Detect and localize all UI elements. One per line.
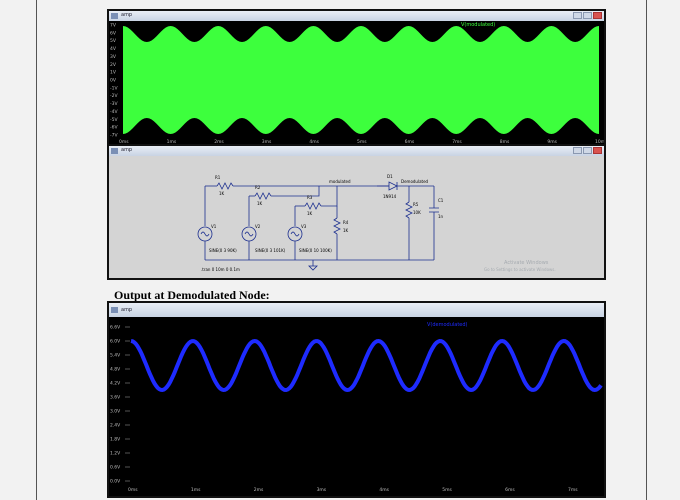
r4-resistor[interactable] <box>333 217 341 235</box>
r1-resistor[interactable] <box>216 182 234 190</box>
bottom-y-tick-label: 2.4V <box>110 423 121 429</box>
tran-directive: .tran 0 10m 0 0.1m <box>201 267 240 272</box>
bottom-y-tick-label: 5.4V <box>110 353 121 359</box>
r3-resistor[interactable] <box>304 202 322 210</box>
bottom-x-tick-label: 2ms <box>254 487 264 493</box>
top-y-tick-label: -3V <box>110 101 118 107</box>
bottom-x-tick-label: 6ms <box>505 487 515 493</box>
demodulated-waveform-window: amp 6.6V 6.0V 5.4V 4.8V 4.2V 3.6V 3.0V 2.4V 1.8V… <box>107 301 606 498</box>
modulated-window-title: amp <box>121 12 133 18</box>
c1-label: C1 <box>438 198 444 203</box>
top-y-tick-label: 5V <box>110 38 117 44</box>
top-y-tick-label: 4V <box>110 46 117 52</box>
r2-label: R2 <box>255 185 261 190</box>
bottom-x-tick-label: 1ms <box>191 487 201 493</box>
bottom-y-tick-label: 6.0V <box>110 339 121 345</box>
top-y-tick-label: -4V <box>110 109 118 115</box>
top-y-tick-label: -5V <box>110 117 118 123</box>
v2-value: SINE(0 3 101K) <box>255 248 286 253</box>
ground-symbol <box>308 260 318 271</box>
c1-value: 1n <box>438 214 444 219</box>
r2-value: 1K <box>257 201 263 206</box>
page-right-border <box>646 0 647 500</box>
v1-value: SINE(0 3 90K) <box>209 248 237 253</box>
top-y-tick-label: 3V <box>110 54 117 60</box>
page-left-border <box>36 0 37 500</box>
v1-label: V1 <box>211 224 217 229</box>
modulated-window-titlebar: amp <box>109 11 604 21</box>
activate-windows-watermark: Activate Windows <box>504 260 549 266</box>
circuit-schematic[interactable]: R1 1K R2 1K R3 1K R4 1K R5 10K C1 1n D1 … <box>109 156 604 278</box>
bottom-x-tick-label: 4ms <box>379 487 389 493</box>
demodulated-window-title: amp <box>121 307 133 313</box>
v2-label: V2 <box>255 224 261 229</box>
bottom-y-tick-label: 3.0V <box>110 409 121 415</box>
bottom-x-tick-label: 7ms <box>568 487 578 493</box>
r1-value: 1K <box>219 191 225 196</box>
r2-resistor[interactable] <box>254 192 272 200</box>
modulated-node-label: modulated <box>329 179 351 184</box>
d1-label: D1 <box>387 174 393 179</box>
bottom-y-tick-label: 3.6V <box>110 395 121 401</box>
bottom-y-tick-label: 1.8V <box>110 437 121 443</box>
r5-resistor[interactable] <box>405 201 413 219</box>
d1-value: 1N914 <box>383 194 397 199</box>
minimize-button[interactable] <box>573 12 582 19</box>
bottom-y-tick-label: 1.2V <box>110 451 121 457</box>
schematic-maximize-button[interactable] <box>583 147 592 154</box>
schematic-window-titlebar: amp <box>109 146 604 156</box>
r4-label: R4 <box>343 220 349 225</box>
top-y-tick-label: -7V <box>110 133 118 139</box>
demodulated-node-label: Demodulated <box>401 179 429 184</box>
activate-windows-hint: Go to Settings to activate Windows. <box>484 267 556 272</box>
v3-label: V3 <box>301 224 307 229</box>
r5-value: 10K <box>413 210 421 215</box>
schematic-minimize-button[interactable] <box>573 147 582 154</box>
modulated-waveform-window: amp 7V 6V 5V 4V 3V 2V 1V 0V -1V -2V -3V -4V -5V -6V -7… <box>107 9 606 148</box>
top-y-tick-label: -1V <box>110 85 118 91</box>
schematic-window-title: amp <box>121 147 133 153</box>
v3-value: SINE(0 10 100K) <box>299 248 332 253</box>
modulated-trace <box>123 26 599 134</box>
bottom-y-tick-label: 4.8V <box>110 367 121 373</box>
modulated-trace-label: V(modulated) <box>461 22 496 28</box>
bottom-x-tick-label: 0ms <box>128 487 138 493</box>
top-y-tick-label: 0V <box>110 78 117 84</box>
bottom-y-tick-label: 0.6V <box>110 465 121 471</box>
top-y-tick-label: 1V <box>110 70 117 76</box>
close-button[interactable] <box>593 12 602 19</box>
app-icon <box>111 13 118 19</box>
r1-label: R1 <box>215 175 221 180</box>
r3-value: 1K <box>307 211 313 216</box>
schematic-window: amp R1 1K R2 1K R3 1K R4 1K R5 10K C1 1n… <box>107 144 606 280</box>
bottom-y-tick-label: 6.6V <box>110 325 121 331</box>
maximize-button[interactable] <box>583 12 592 19</box>
top-y-tick-label: 2V <box>110 62 117 68</box>
top-y-tick-label: 6V <box>110 30 117 36</box>
schematic-close-button[interactable] <box>593 147 602 154</box>
bottom-y-tick-label: 4.2V <box>110 381 121 387</box>
demodulated-trace-label: V(demodulated) <box>427 322 468 328</box>
demodulated-window-titlebar: amp <box>109 303 604 317</box>
bottom-x-tick-label: 5ms <box>442 487 452 493</box>
schematic-icon <box>111 148 118 154</box>
top-y-tick-label: -2V <box>110 93 118 99</box>
d1-diode[interactable] <box>388 181 398 191</box>
bottom-x-tick-label: 3ms <box>317 487 327 493</box>
demod-app-icon <box>111 307 118 313</box>
bottom-y-tick-label: 0.0V <box>110 479 121 485</box>
r3-label: R3 <box>307 195 313 200</box>
top-y-tick-label: 7V <box>110 23 117 29</box>
top-y-tick-label: -6V <box>110 125 118 131</box>
modulated-plot[interactable]: 7V6V5V4V3V2V1V0V-1V-2V-3V-4V-5V-6V-7V 0m… <box>109 21 604 146</box>
r4-value: 1K <box>343 228 349 233</box>
r5-label: R5 <box>413 202 419 207</box>
demodulated-plot[interactable]: 6.6V 6.0V 5.4V 4.8V 4.2V 3.6V 3.0V 2.4V 1.8V 1.2V… <box>109 317 604 496</box>
